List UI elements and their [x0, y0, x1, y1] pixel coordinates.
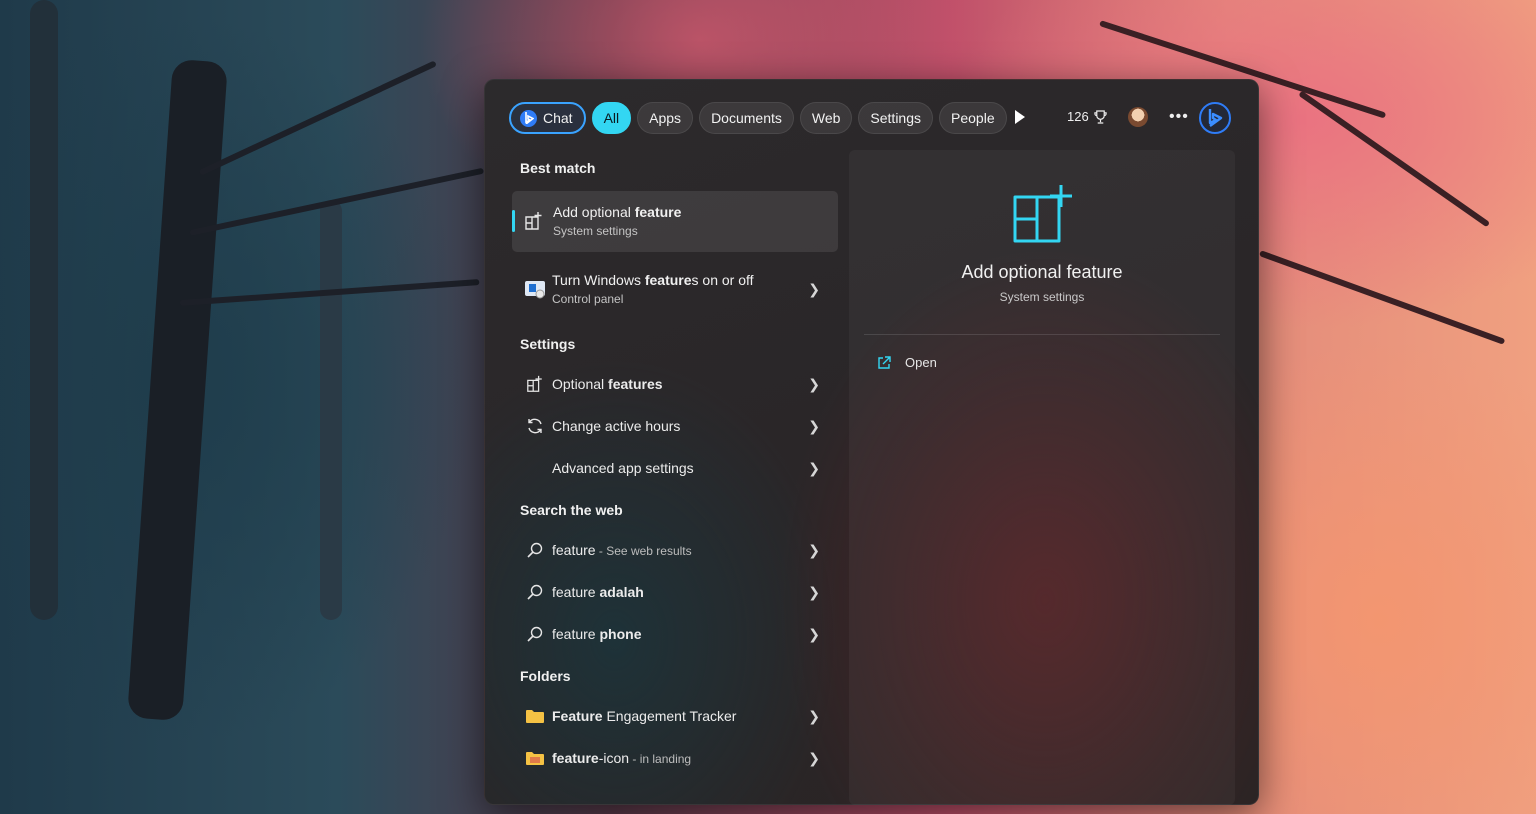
tab-all[interactable]: All: [591, 102, 632, 134]
optional-features-icon: [524, 211, 544, 236]
chevron-right-icon: ❯: [808, 280, 820, 297]
search-icon: [522, 584, 548, 600]
more-filters-play-icon[interactable]: [1015, 110, 1025, 124]
settings-item-advanced-app-settings[interactable]: Advanced app settings ❯: [512, 448, 838, 488]
chevron-right-icon: ❯: [808, 541, 820, 558]
settings-heading: Settings: [520, 336, 576, 352]
best-match-item[interactable]: Add optional feature System settings: [512, 191, 838, 252]
web-result-feature-adalah[interactable]: feature adalah ❯: [512, 572, 838, 612]
settings-item-label: Change active hours: [552, 418, 681, 434]
best-match-subtitle: System settings: [553, 224, 638, 238]
user-avatar-icon[interactable]: [1128, 107, 1148, 127]
windows-features-title: Turn Windows features on or off: [552, 272, 754, 288]
folder-feature-icon[interactable]: feature-icon - in landing ❯: [512, 738, 838, 778]
control-panel-icon: [522, 279, 548, 299]
chevron-right-icon: ❯: [808, 417, 820, 434]
windows-features-item[interactable]: Turn Windows features on or off Control …: [512, 268, 838, 310]
chat-label: Chat: [543, 110, 573, 126]
folder-label: Feature Engagement Tracker: [552, 708, 737, 724]
web-result-feature-phone[interactable]: feature phone ❯: [512, 614, 838, 654]
divider: [864, 334, 1220, 335]
chevron-right-icon: ❯: [808, 583, 820, 600]
add-feature-icon: [1013, 185, 1072, 243]
refresh-icon: [522, 417, 548, 435]
settings-item-label: Optional features: [552, 376, 663, 392]
rewards-points-value: 126: [1067, 109, 1089, 124]
folders-heading: Folders: [520, 668, 571, 684]
bing-button[interactable]: [1199, 102, 1231, 134]
more-options-icon[interactable]: •••: [1169, 108, 1189, 126]
chevron-right-icon: ❯: [808, 749, 820, 766]
best-match-title: Add optional feature: [553, 204, 682, 220]
best-match-heading: Best match: [520, 160, 596, 176]
chat-button[interactable]: Chat: [509, 102, 586, 134]
search-icon: [522, 542, 548, 558]
settings-item-change-active-hours[interactable]: Change active hours ❯: [512, 406, 838, 446]
chevron-right-icon: ❯: [808, 375, 820, 392]
web-result-label: feature phone: [552, 626, 642, 642]
tab-web[interactable]: Web: [799, 102, 853, 134]
windows-features-subtitle: Control panel: [552, 292, 624, 306]
search-web-heading: Search the web: [520, 502, 623, 518]
web-result-label: feature - See web results: [552, 542, 692, 558]
bing-chat-icon: [520, 109, 537, 127]
open-external-icon: [878, 355, 891, 369]
settings-item-label: Advanced app settings: [552, 460, 694, 476]
web-result-feature[interactable]: feature - See web results ❯: [512, 530, 838, 570]
search-filter-bar: Chat All Apps Documents Web Settings Peo…: [509, 102, 1013, 134]
folder-icon: [522, 750, 548, 766]
tab-people[interactable]: People: [939, 102, 1007, 134]
web-result-label: feature adalah: [552, 584, 644, 600]
search-icon: [522, 626, 548, 642]
optional-features-icon: [522, 375, 548, 393]
trophy-icon: [1094, 109, 1107, 124]
preview-pane: Add optional feature System settings Ope…: [849, 150, 1235, 805]
chevron-right-icon: ❯: [808, 707, 820, 724]
folder-icon: [522, 708, 548, 724]
preview-title: Add optional feature: [961, 262, 1123, 282]
tab-settings[interactable]: Settings: [858, 102, 934, 134]
chevron-right-icon: ❯: [808, 625, 820, 642]
selection-indicator: [512, 210, 515, 232]
open-label: Open: [905, 355, 937, 370]
windows-search-panel: Chat All Apps Documents Web Settings Peo…: [484, 79, 1259, 805]
folder-label: feature-icon - in landing: [552, 750, 692, 766]
preview-subtitle: System settings: [999, 290, 1085, 304]
tab-documents[interactable]: Documents: [699, 102, 794, 134]
rewards-points[interactable]: 126: [1067, 109, 1107, 124]
tab-apps[interactable]: Apps: [637, 102, 694, 134]
settings-item-optional-features[interactable]: Optional features ❯: [512, 364, 838, 404]
chevron-right-icon: ❯: [808, 459, 820, 476]
bing-icon: [1208, 109, 1223, 127]
folder-feature-engagement-tracker[interactable]: Feature Engagement Tracker ❯: [512, 696, 838, 736]
open-button[interactable]: Open: [877, 355, 937, 370]
